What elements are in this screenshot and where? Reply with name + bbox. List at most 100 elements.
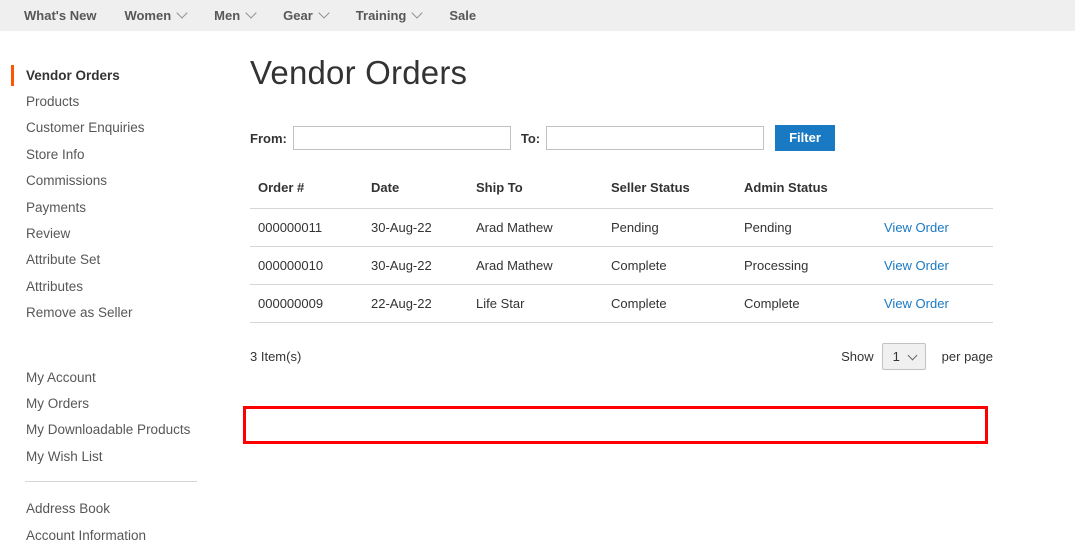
to-date-input[interactable]	[546, 126, 765, 151]
sidebar-item-label: My Wish List	[26, 448, 103, 464]
table-row: 000000011 30-Aug-22 Arad Mathew Pending …	[250, 208, 993, 247]
nav-item-label: Sale	[449, 8, 477, 23]
cell-date: 30-Aug-22	[363, 246, 468, 285]
nav-item-label: Gear	[283, 8, 313, 23]
column-header-date: Date	[371, 180, 400, 196]
sidebar-item-commissions[interactable]: Commissions	[0, 168, 230, 194]
chevron-down-icon	[411, 6, 424, 19]
nav-item-men[interactable]: Men	[200, 0, 269, 31]
nav-item-training[interactable]: Training	[342, 0, 436, 31]
sidebar-item-label: Account Information	[26, 527, 147, 543]
chevron-down-icon	[907, 350, 918, 361]
table-row: 000000009 22-Aug-22 Life Star Complete C…	[250, 284, 993, 324]
from-date-input[interactable]	[292, 126, 511, 151]
nav-item-sale[interactable]: Sale	[435, 0, 490, 31]
sidebar-item-label: Store Info	[26, 146, 85, 162]
vendor-orders-table: Order # Date Ship To Seller Status Admin…	[250, 180, 993, 324]
sidebar-item-label: My Orders	[26, 395, 90, 411]
sidebar-item-label: Remove as Seller	[26, 305, 133, 321]
column-header-order: Order #	[258, 180, 305, 196]
page-size-limiter: Show 1 per page	[841, 343, 993, 371]
page-title: Vendor Orders	[250, 54, 468, 91]
sidebar-item-label: Products	[26, 94, 80, 110]
sidebar-item-attribute-set[interactable]: Attribute Set	[0, 247, 230, 273]
sidebar-item-products[interactable]: Products	[0, 88, 230, 114]
chevron-down-icon	[176, 6, 188, 19]
sidebar-item-label: Attribute Set	[26, 252, 101, 268]
sidebar-item-label: Commissions	[26, 173, 108, 189]
sidebar-item-payments[interactable]: Payments	[0, 194, 230, 220]
sidebar-item-label: Review	[26, 226, 71, 242]
sidebar-item-customer-enquiries[interactable]: Customer Enquiries	[0, 115, 230, 141]
sidebar-item-store-info[interactable]: Store Info	[0, 141, 230, 167]
orders-table-wrapper: Order # Date Ship To Seller Status Admin…	[243, 180, 1050, 445]
per-page-value: 1	[892, 349, 900, 365]
cell-order-number: 000000011	[250, 208, 363, 247]
sidebar-item-my-wish-list[interactable]: My Wish List	[0, 443, 230, 469]
sidebar-item-label: My Downloadable Products	[26, 422, 191, 438]
sidebar-item-label: Customer Enquiries	[26, 120, 145, 136]
cell-date: 30-Aug-22	[363, 208, 468, 247]
sidebar-item-account-information[interactable]: Account Information	[0, 522, 230, 548]
date-filter-bar: From: To: Filter	[250, 125, 1050, 152]
sidebar-item-address-book[interactable]: Address Book	[0, 495, 230, 521]
cell-order-number: 000000009	[250, 284, 363, 324]
cell-seller-status: Complete	[603, 246, 736, 285]
cell-order-number: 000000010	[250, 246, 363, 285]
table-head: Order # Date Ship To Seller Status Admin…	[250, 180, 993, 209]
show-label: Show	[841, 349, 874, 365]
nav-item-gear[interactable]: Gear	[269, 0, 342, 31]
chevron-down-icon	[245, 6, 257, 19]
nav-item-whats-new[interactable]: What's New	[10, 0, 110, 31]
cell-seller-status: Complete	[603, 284, 736, 324]
table-toolbar: 3 Item(s) Show 1 per page	[250, 343, 993, 371]
sidebar-divider	[25, 481, 197, 483]
cell-action: View Order	[876, 246, 993, 285]
cell-admin-status: Complete	[736, 284, 876, 324]
sidebar-item-label: Payments	[26, 199, 87, 215]
cell-ship-to: Life Star	[468, 284, 603, 324]
nav-item-label: What's New	[24, 8, 97, 23]
sidebar-item-review[interactable]: Review	[0, 220, 230, 246]
column-header-ship-to: Ship To	[476, 180, 523, 196]
table-row: 000000010 30-Aug-22 Arad Mathew Complete…	[250, 246, 993, 285]
table-header-row: Order # Date Ship To Seller Status Admin…	[250, 180, 993, 209]
chevron-down-icon	[318, 6, 330, 19]
filter-button[interactable]: Filter	[775, 125, 835, 152]
sidebar-item-remove-as-seller[interactable]: Remove as Seller	[0, 300, 230, 326]
nav-item-label: Training	[355, 8, 407, 23]
from-label: From:	[250, 130, 287, 146]
sidebar-item-label: My Account	[26, 369, 96, 385]
sidebar-item-attributes[interactable]: Attributes	[0, 273, 230, 299]
main-content: Vendor Orders From: To: Filter Order # D…	[243, 54, 1050, 445]
main-navigation: What's New Women Men Gear Training Sale	[0, 0, 1075, 31]
cell-admin-status: Pending	[736, 208, 876, 247]
cell-date: 22-Aug-22	[363, 284, 468, 324]
sidebar-group-spacer	[0, 326, 230, 364]
to-label: To:	[520, 130, 541, 146]
view-order-link[interactable]: View Order	[884, 220, 949, 235]
cell-action: View Order	[876, 284, 993, 324]
sidebar-item-my-downloadable-products[interactable]: My Downloadable Products	[0, 417, 230, 443]
view-order-link[interactable]: View Order	[884, 296, 949, 311]
column-header-seller-status: Seller Status	[611, 180, 690, 196]
row-highlight-annotation	[243, 406, 988, 445]
sidebar-item-my-orders[interactable]: My Orders	[0, 390, 230, 416]
nav-item-label: Women	[124, 8, 172, 23]
sidebar-item-vendor-orders[interactable]: Vendor Orders	[0, 62, 230, 88]
per-page-label: per page	[941, 349, 993, 365]
sidebar-item-label: Attributes	[26, 278, 84, 294]
view-order-link[interactable]: View Order	[884, 258, 949, 273]
column-header-admin-status: Admin Status	[744, 180, 828, 196]
nav-item-label: Men	[214, 8, 241, 23]
nav-item-women[interactable]: Women	[110, 0, 200, 31]
per-page-select[interactable]: 1	[881, 343, 926, 371]
sidebar-item-label: Vendor Orders	[26, 67, 120, 83]
account-sidebar-navigation: Vendor Orders Products Customer Enquirie…	[0, 62, 230, 548]
cell-ship-to: Arad Mathew	[468, 208, 603, 247]
cell-ship-to: Arad Mathew	[468, 246, 603, 285]
cell-admin-status: Processing	[736, 246, 876, 285]
table-body: 000000011 30-Aug-22 Arad Mathew Pending …	[250, 208, 993, 324]
sidebar-item-my-account[interactable]: My Account	[0, 364, 230, 390]
sidebar-item-label: Address Book	[26, 501, 111, 517]
